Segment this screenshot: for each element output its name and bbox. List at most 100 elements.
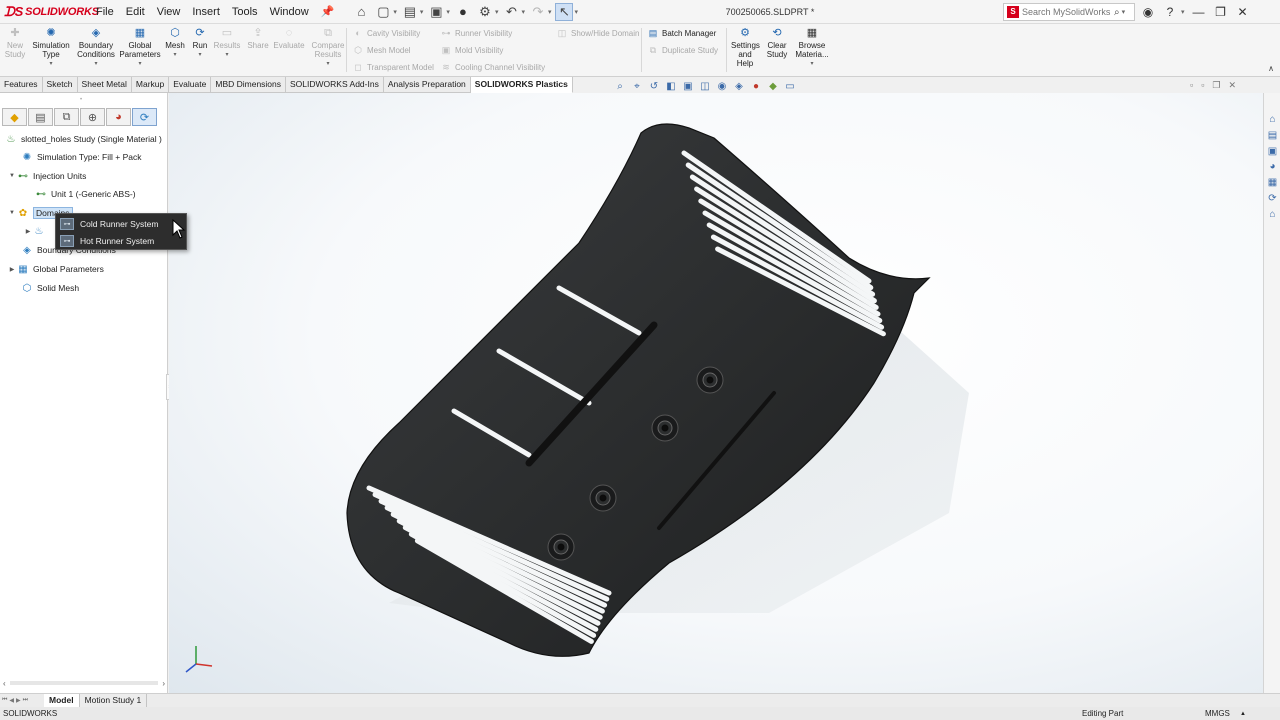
chevron-down-icon[interactable]: ▾ bbox=[198, 51, 201, 60]
chevron-down-icon[interactable]: ▾ bbox=[548, 8, 552, 16]
settings-and-help-button[interactable]: ⚙ Settings and Help bbox=[729, 26, 761, 68]
browse-materials-button[interactable]: ▦ Browse Materia... ▾ bbox=[793, 26, 831, 69]
traffic-light-icon[interactable]: ● bbox=[454, 3, 472, 21]
mesh-model-button[interactable]: ⬡ Mesh Model bbox=[352, 45, 411, 56]
expand-arrow-icon[interactable]: ▶ bbox=[24, 228, 32, 235]
save-icon[interactable]: ▣ bbox=[427, 3, 445, 21]
home-pane-icon[interactable]: ⌂ bbox=[1266, 208, 1279, 221]
boundary-conditions-button[interactable]: ◈ Boundary Conditions ▾ bbox=[74, 26, 118, 69]
help-icon[interactable]: ? bbox=[1162, 4, 1178, 20]
chevron-down-icon[interactable]: ▾ bbox=[94, 60, 97, 69]
mesh-button[interactable]: ⬡ Mesh ▾ bbox=[162, 26, 188, 60]
solidworks-resources-icon[interactable]: ⌂ bbox=[1266, 113, 1279, 126]
scroll-track[interactable] bbox=[9, 681, 159, 685]
chevron-down-icon[interactable]: ▾ bbox=[521, 8, 525, 16]
tab-evaluate[interactable]: Evaluate bbox=[169, 77, 212, 93]
options-gear-icon[interactable]: ⚙ bbox=[476, 3, 494, 21]
doc-close-icon[interactable]: ✕ bbox=[1228, 80, 1236, 91]
share-button[interactable]: ⇪ Share bbox=[245, 26, 271, 50]
pin-icon[interactable]: 📌 bbox=[315, 0, 341, 24]
appearances-icon[interactable]: ◕ bbox=[1266, 160, 1279, 173]
unit-system[interactable]: MMGS bbox=[1205, 709, 1230, 718]
dynamic-annotation-icon[interactable]: ▣ bbox=[681, 79, 695, 93]
graphics-area[interactable] bbox=[169, 93, 1263, 693]
edit-appearance-icon[interactable]: ● bbox=[749, 79, 763, 93]
zoom-to-fit-icon[interactable]: ⌕ bbox=[613, 79, 627, 93]
display-style-icon[interactable]: ◉ bbox=[715, 79, 729, 93]
first-tab-icon[interactable]: ⏮ bbox=[2, 697, 7, 704]
scroll-right-icon[interactable]: › bbox=[162, 679, 165, 688]
tree-node-domain-child[interactable]: ▶ ♨ bbox=[24, 223, 49, 239]
expand-arrow-icon[interactable]: ▶ bbox=[8, 266, 16, 273]
new-document-icon[interactable]: ▢ bbox=[374, 3, 392, 21]
zoom-to-area-icon[interactable]: ⌖ bbox=[630, 79, 644, 93]
tab-sheet-metal[interactable]: Sheet Metal bbox=[77, 77, 132, 93]
show-hide-domain-button[interactable]: ◫ Show/Hide Domain bbox=[556, 28, 640, 39]
tree-node-injection-units[interactable]: ▼ ⊷ Injection Units bbox=[8, 168, 86, 184]
chevron-down-icon[interactable]: ▾ bbox=[446, 8, 450, 16]
tab-solidworks-add-ins[interactable]: SOLIDWORKS Add-Ins bbox=[286, 77, 384, 93]
chevron-down-icon[interactable]: ▾ bbox=[810, 60, 813, 69]
chevron-down-icon[interactable]: ▾ bbox=[173, 51, 176, 60]
chevron-up-icon[interactable]: ▲ bbox=[1240, 711, 1246, 717]
search-input[interactable] bbox=[1022, 7, 1114, 17]
batch-manager-button[interactable]: ▤ Batch Manager bbox=[647, 28, 717, 39]
compare-results-button[interactable]: ⧉ Compare Results ▾ bbox=[310, 26, 346, 69]
part-model[interactable] bbox=[169, 93, 1263, 693]
view-orientation-icon[interactable]: ◫ bbox=[698, 79, 712, 93]
duplicate-study-button[interactable]: ⧉ Duplicate Study bbox=[647, 45, 718, 56]
property-manager-tab-icon[interactable]: ▤ bbox=[28, 108, 53, 126]
chevron-down-icon[interactable]: ▾ bbox=[1122, 8, 1126, 16]
tab-mbd-dimensions[interactable]: MBD Dimensions bbox=[211, 77, 287, 93]
search-box[interactable]: S ⌕ ▾ bbox=[1003, 3, 1135, 21]
cavity-visibility-button[interactable]: ◐ Cavity Visibility bbox=[352, 28, 420, 38]
chevron-down-icon[interactable]: ▾ bbox=[393, 8, 397, 16]
open-icon[interactable]: ▤ bbox=[401, 3, 419, 21]
tab-motion-study-1[interactable]: Motion Study 1 bbox=[80, 694, 148, 707]
collapse-arrow-icon[interactable]: ▼ bbox=[8, 173, 16, 179]
collapse-ribbon-icon[interactable]: ∧ bbox=[1268, 64, 1274, 73]
chevron-down-icon[interactable]: ▾ bbox=[326, 60, 329, 69]
runner-visibility-button[interactable]: ⊶ Runner Visibility bbox=[440, 28, 513, 39]
tab-features[interactable]: Features bbox=[0, 77, 43, 93]
hide-show-items-icon[interactable]: ◈ bbox=[732, 79, 746, 93]
doc-restore-icon[interactable]: ❐ bbox=[1212, 80, 1220, 91]
chevron-down-icon[interactable]: ▾ bbox=[138, 60, 141, 69]
tab-markup[interactable]: Markup bbox=[131, 77, 170, 93]
menu-item-hot-runner-system[interactable]: ⊶ Hot Runner System bbox=[56, 232, 186, 249]
new-study-button[interactable]: ✚ New Study bbox=[4, 26, 26, 59]
chevron-down-icon[interactable]: ▾ bbox=[420, 8, 424, 16]
design-library-icon[interactable]: ▤ bbox=[1266, 129, 1279, 142]
simulation-type-button[interactable]: ✺ Simulation Type ▾ bbox=[30, 26, 72, 69]
search-icon[interactable]: ⌕ bbox=[1114, 7, 1120, 18]
run-button[interactable]: ⟳ Run ▾ bbox=[189, 26, 211, 60]
tree-node-global-parameters[interactable]: ▶ ▦ Global Parameters bbox=[8, 261, 104, 277]
dimxpert-manager-tab-icon[interactable]: ⊕ bbox=[80, 108, 105, 126]
doc-minimize-icon[interactable]: ▫ bbox=[1201, 80, 1204, 91]
solidworks-logo[interactable]: ᗪS SOLIDWORKS bbox=[0, 4, 99, 20]
chevron-down-icon[interactable]: ▾ bbox=[225, 51, 228, 60]
menu-view[interactable]: View bbox=[151, 0, 187, 24]
collapse-arrow-icon[interactable]: ▼ bbox=[8, 210, 16, 216]
last-tab-icon[interactable]: ⏭ bbox=[23, 697, 28, 704]
view-settings-icon[interactable]: ▭ bbox=[783, 79, 797, 93]
tree-node-unit-1[interactable]: ⊷ Unit 1 (-Generic ABS-) bbox=[34, 186, 136, 202]
chevron-down-icon[interactable]: ▾ bbox=[574, 8, 578, 16]
tab-model[interactable]: Model bbox=[44, 694, 80, 707]
tab-solidworks-plastics[interactable]: SOLIDWORKS Plastics bbox=[470, 77, 573, 93]
next-tab-icon[interactable]: ▶ bbox=[16, 697, 21, 704]
cooling-channel-visibility-button[interactable]: ≋ Cooling Channel Visibility bbox=[440, 62, 545, 73]
home-icon[interactable]: ⌂ bbox=[352, 3, 370, 21]
tree-node-simulation-type[interactable]: ✺ Simulation Type: Fill + Pack bbox=[20, 149, 142, 165]
configuration-manager-tab-icon[interactable]: ⧉ bbox=[54, 108, 79, 126]
menu-tools[interactable]: Tools bbox=[226, 0, 264, 24]
panel-horizontal-scrollbar[interactable]: ‹ › bbox=[3, 678, 165, 688]
undo-icon[interactable]: ↶ bbox=[502, 3, 520, 21]
display-manager-tab-icon[interactable]: ◕ bbox=[106, 108, 131, 126]
menu-window[interactable]: Window bbox=[264, 0, 315, 24]
redo-icon[interactable]: ↷ bbox=[529, 3, 547, 21]
previous-tab-icon[interactable]: ◀ bbox=[9, 697, 14, 704]
results-button[interactable]: ▭ Results ▾ bbox=[213, 26, 241, 60]
file-explorer-icon[interactable]: ▣ bbox=[1266, 145, 1279, 158]
apply-scene-icon[interactable]: ◆ bbox=[766, 79, 780, 93]
